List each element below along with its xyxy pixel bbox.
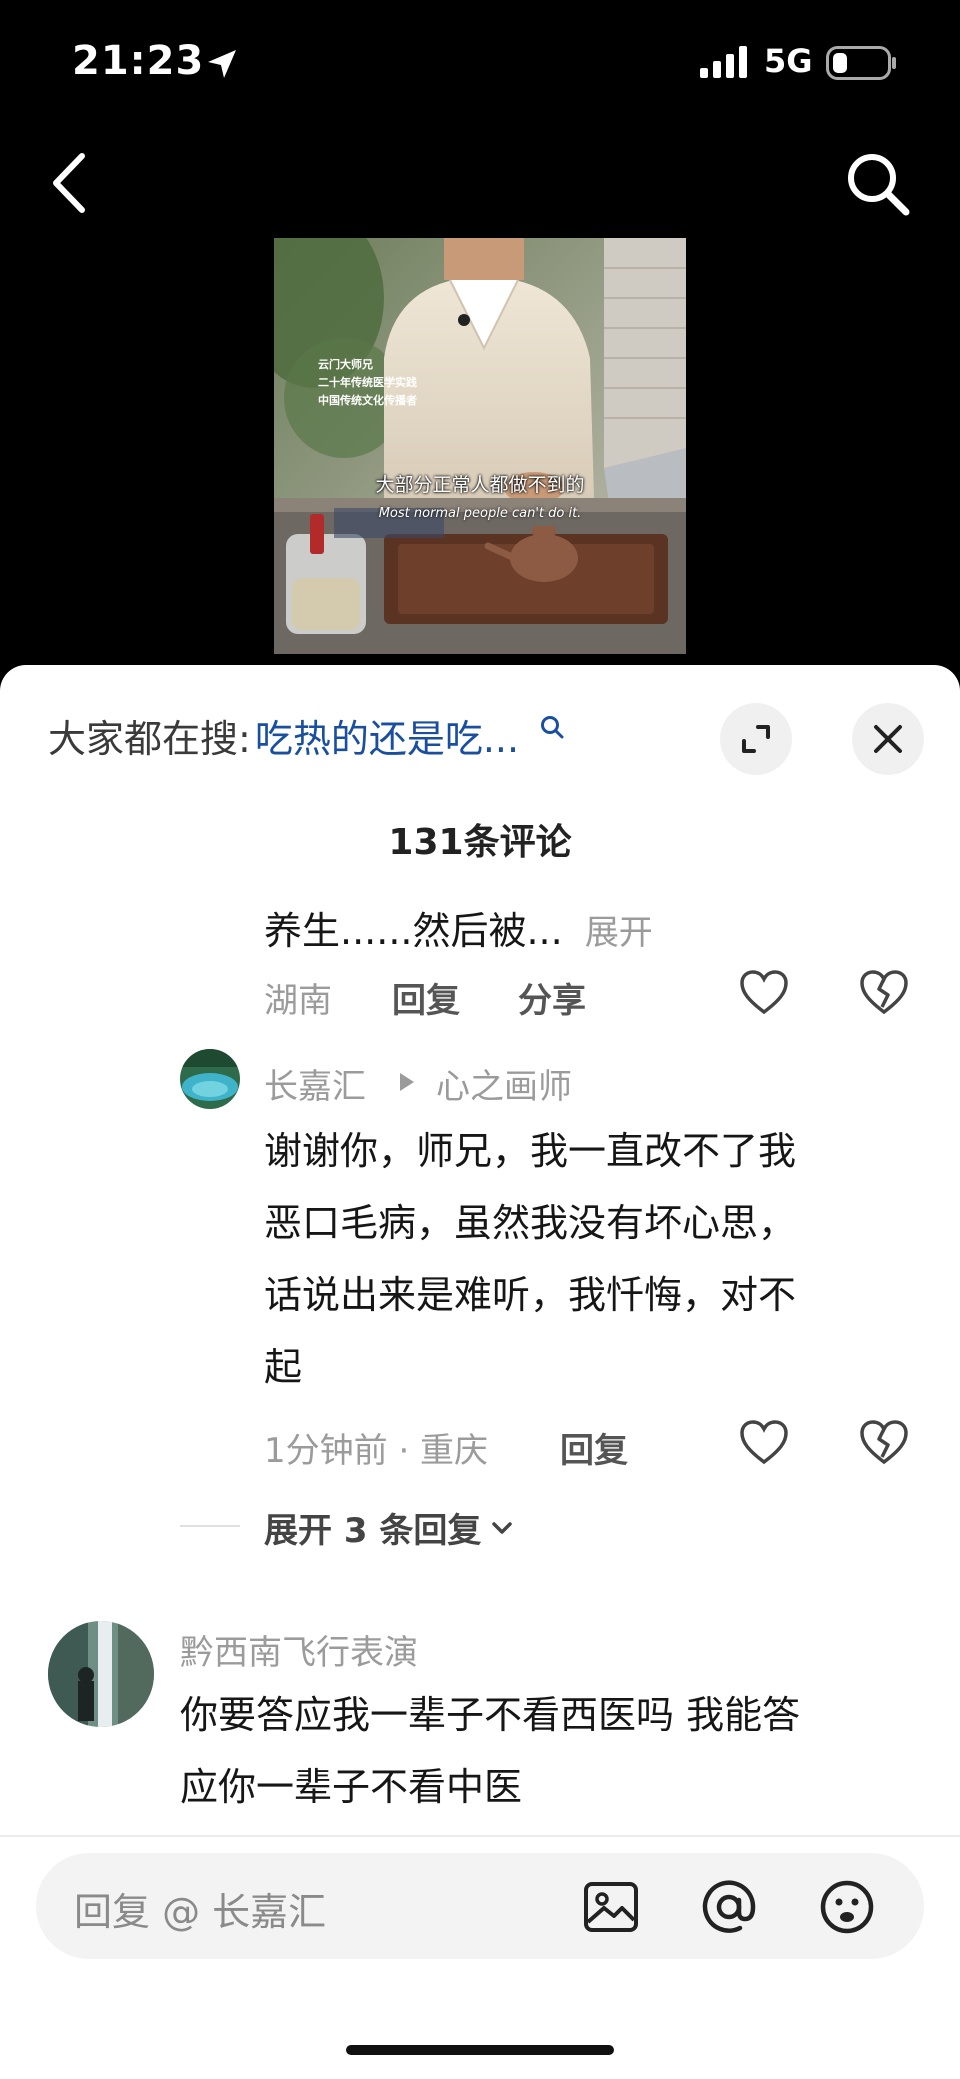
reply-button[interactable]: 回复 xyxy=(392,973,460,1022)
comment-author[interactable]: 黔西南飞行表演 xyxy=(180,1625,418,1674)
video-frame-illustration xyxy=(274,238,686,654)
comment-sheet: 大家都在搜: 吃热的还是吃... 131条评论 养生......然后被... 展… xyxy=(0,665,960,2079)
expand-text-link[interactable]: 展开 xyxy=(585,913,653,953)
close-icon xyxy=(874,725,902,753)
trending-search-row[interactable]: 大家都在搜: 吃热的还是吃... xyxy=(48,707,565,763)
comment-meta: 1分钟前 · 重庆 xyxy=(264,1431,489,1471)
comment-text-line: 话说出来是难听，我忏悔，对不 xyxy=(264,1273,797,1317)
avatar-lake-image xyxy=(180,1049,240,1109)
comment-location: 湖南 xyxy=(264,981,332,1021)
broken-heart-dislike-icon[interactable] xyxy=(858,1417,910,1469)
expand-icon xyxy=(742,725,770,753)
video-side-line: 中国传统文化传播者 xyxy=(318,394,417,407)
comment-text-line: 应你一辈子不看中医 xyxy=(180,1765,523,1809)
divider xyxy=(180,1525,240,1527)
heart-like-icon[interactable] xyxy=(738,1417,790,1469)
home-indicator[interactable] xyxy=(346,2045,614,2055)
divider xyxy=(0,1835,960,1837)
reply-input[interactable]: 回复 @ 长嘉汇 xyxy=(36,1853,924,1959)
comment-text-line: 恶口毛病，虽然我没有坏心思， xyxy=(264,1201,797,1245)
expand-replies-button[interactable]: 展开 3 条回复 xyxy=(264,1503,515,1552)
expand-sheet-button[interactable] xyxy=(720,703,792,775)
location-arrow-icon xyxy=(208,50,236,78)
emoji-icon[interactable] xyxy=(818,1878,876,1936)
comment-text-body: 养生......然后被... xyxy=(264,909,563,953)
reply-to-author[interactable]: 心之画师 xyxy=(436,1059,572,1108)
mention-at-icon[interactable] xyxy=(700,1878,758,1936)
trending-search-link[interactable]: 吃热的还是吃... xyxy=(255,708,519,763)
reply-button[interactable]: 回复 xyxy=(560,1423,628,1472)
comment-text-line: 你要答应我一辈子不看西医吗 我能答 xyxy=(180,1693,801,1737)
search-icon[interactable] xyxy=(842,148,912,218)
video-side-line: 二十年传统医学实践 xyxy=(318,376,417,389)
expand-replies-label: 展开 3 条回复 xyxy=(264,1511,482,1551)
comment-text: 你要答应我一辈子不看西医吗 我能答 应你一辈子不看中医 xyxy=(180,1679,800,1823)
heart-like-icon[interactable] xyxy=(738,967,790,1019)
close-sheet-button[interactable] xyxy=(852,703,924,775)
search-icon[interactable] xyxy=(539,714,565,740)
avatar[interactable] xyxy=(180,1049,240,1109)
video-caption-cn: 大部分正常人都做不到的 xyxy=(375,474,585,496)
video-area[interactable]: 云门大师兄 二十年传统医学实践 中国传统文化传播者 大部分正常人都做不到的 Mo… xyxy=(0,120,960,665)
chevron-down-icon xyxy=(492,1521,513,1534)
avatar-waterfall-image xyxy=(48,1621,154,1727)
status-time: 21:23 xyxy=(72,38,205,84)
comment-count: 131条评论 xyxy=(388,822,572,863)
trending-search-prefix: 大家都在搜: xyxy=(48,716,251,761)
comment-text: 谢谢你，师兄，我一直改不了我 恶口毛病，虽然我没有坏心思， 话说出来是难听，我忏… xyxy=(264,1115,796,1403)
battery-icon xyxy=(826,46,896,80)
reply-input-placeholder[interactable]: 回复 @ 长嘉汇 xyxy=(74,1881,326,1936)
network-type: 5G xyxy=(764,42,813,80)
comment-text-line: 起 xyxy=(264,1345,303,1389)
broken-heart-dislike-icon[interactable] xyxy=(858,967,910,1019)
video-caption-en: Most normal people can't do it. xyxy=(378,506,582,521)
back-arrow-icon[interactable] xyxy=(46,150,94,216)
video-side-line: 云门大师兄 xyxy=(318,358,373,371)
video-thumbnail[interactable]: 云门大师兄 二十年传统医学实践 中国传统文化传播者 大部分正常人都做不到的 Mo… xyxy=(274,238,686,654)
comment-author[interactable]: 长嘉汇 xyxy=(264,1059,366,1108)
reply-arrow-icon xyxy=(400,1073,414,1091)
image-icon[interactable] xyxy=(582,1878,640,1936)
comment-text: 养生......然后被... 展开 xyxy=(264,895,653,969)
signal-bars-icon xyxy=(700,46,747,78)
avatar[interactable] xyxy=(48,1621,154,1727)
share-button[interactable]: 分享 xyxy=(518,973,586,1022)
status-bar: 21:23 5G xyxy=(0,0,960,120)
video-side-text: 云门大师兄 二十年传统医学实践 中国传统文化传播者 xyxy=(318,356,417,410)
comment-text-line: 谢谢你，师兄，我一直改不了我 xyxy=(264,1129,797,1173)
